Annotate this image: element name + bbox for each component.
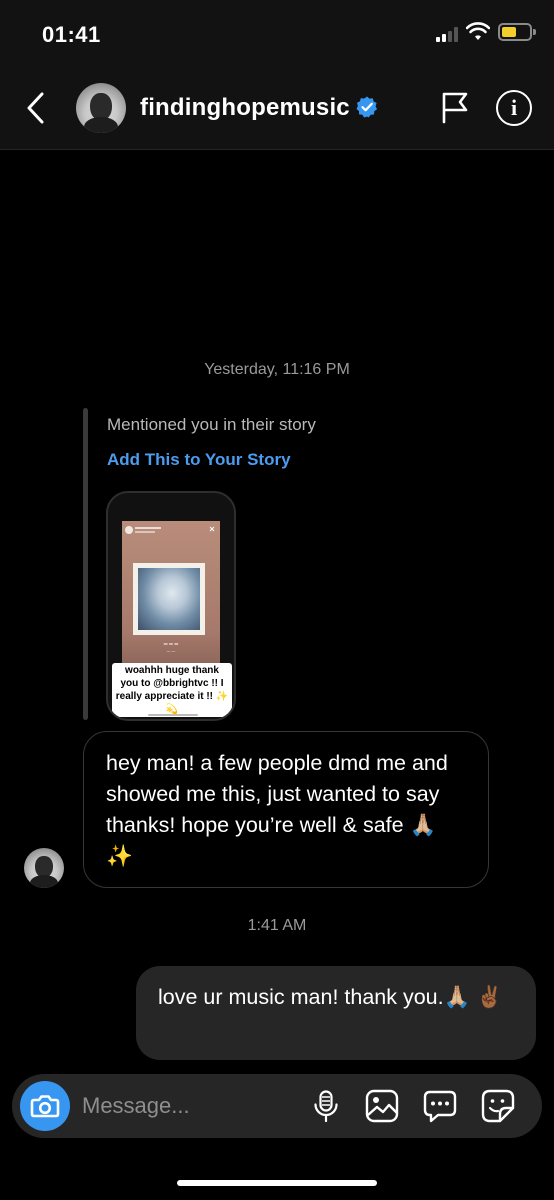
story-artist-graphic: ─ ─ <box>166 649 176 655</box>
signal-icon <box>436 26 462 42</box>
sticker-icon[interactable] <box>480 1088 516 1124</box>
info-icon[interactable]: i <box>496 90 532 126</box>
verified-badge-icon <box>356 96 377 118</box>
story-reply-bar <box>83 408 88 720</box>
chat-header: findinghopemusic i <box>0 68 554 150</box>
story-text-sticker: woahhh huge thank you to @bbrightvc !! I… <box>112 663 232 717</box>
gallery-icon[interactable] <box>364 1088 400 1124</box>
message-input[interactable] <box>82 1088 302 1124</box>
story-preview[interactable]: ━ ━ ━ ─ ─ woahhh huge thank you to @bbri… <box>106 491 236 721</box>
chat-username[interactable]: findinghopemusic <box>140 94 350 122</box>
microphone-icon[interactable] <box>308 1088 344 1124</box>
received-message-bubble[interactable]: hey man! a few people dmd me and showed … <box>83 731 489 888</box>
home-indicator[interactable] <box>177 1180 377 1186</box>
back-icon[interactable] <box>22 90 50 126</box>
chat-icon[interactable] <box>422 1088 458 1124</box>
add-to-story-link[interactable]: Add This to Your Story <box>107 450 291 470</box>
status-bar: 01:41 <box>0 0 554 68</box>
status-time: 01:41 <box>42 22 101 47</box>
story-header-graphic <box>125 526 215 534</box>
camera-icon <box>30 1095 60 1118</box>
message-timestamp: Yesterday, 11:16 PM <box>204 361 350 378</box>
flag-icon[interactable] <box>440 90 470 124</box>
story-home-indicator <box>148 714 198 716</box>
message-timestamp: 1:41 AM <box>247 917 307 934</box>
story-album-art <box>133 563 205 635</box>
avatar[interactable] <box>76 83 126 133</box>
camera-button[interactable] <box>20 1081 70 1131</box>
sender-avatar[interactable] <box>24 848 64 888</box>
story-mention-label: Mentioned you in their story <box>107 415 316 434</box>
wifi-icon <box>466 22 490 40</box>
sent-message-bubble[interactable]: love ur music man! thank you.🙏🏼 ✌🏾 <box>136 966 536 1060</box>
message-composer <box>12 1074 542 1138</box>
story-song-graphic: ━ ━ ━ <box>163 642 179 648</box>
battery-icon <box>498 23 536 41</box>
